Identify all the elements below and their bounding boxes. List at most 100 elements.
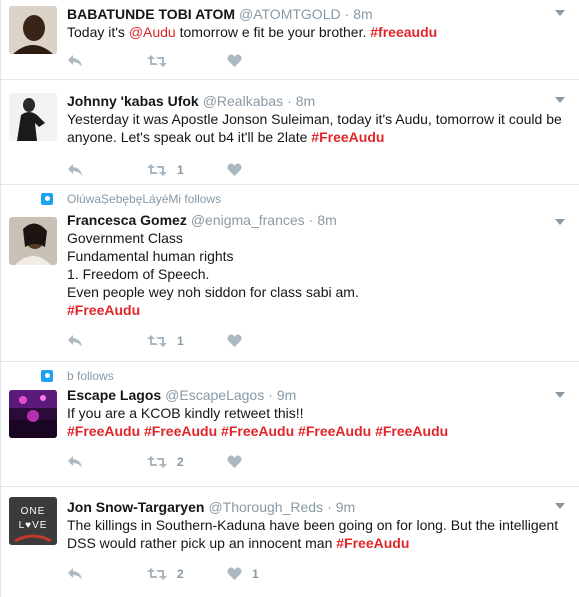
tweet-header: Johnny 'kabas Ufok @Realkabas · 8m — [67, 92, 569, 110]
social-context-text[interactable]: b follows — [67, 369, 114, 383]
heart-icon — [227, 163, 242, 176]
retweet-icon — [147, 55, 167, 67]
reply-button[interactable] — [67, 334, 147, 348]
user-handle[interactable]: @ATOMTGOLD — [239, 5, 341, 23]
reply-icon — [68, 164, 82, 176]
tweet[interactable]: b follows Escape Lagos @EscapeLagos · 9m… — [1, 362, 579, 487]
timestamp[interactable]: 8m — [317, 211, 336, 229]
avatar[interactable] — [9, 93, 57, 141]
hashtag-link[interactable]: #FreeAudu — [311, 129, 384, 145]
retweet-button[interactable]: 1 — [147, 163, 227, 177]
chevron-down-icon[interactable] — [555, 392, 565, 398]
separator: · — [327, 499, 332, 515]
tweet-text-line: Yesterday it was Apostle Jonson Suleiman… — [67, 111, 562, 127]
retweet-count: 2 — [177, 567, 184, 581]
like-button[interactable] — [227, 54, 307, 68]
reply-icon — [68, 568, 82, 580]
mention-link[interactable]: @Audu — [129, 24, 176, 40]
heart-icon — [227, 54, 242, 67]
tweet[interactable]: ONE L♥VE Jon Snow-Targaryen @Thorough_Red… — [1, 487, 579, 597]
heart-icon — [227, 334, 242, 347]
reply-button[interactable] — [67, 567, 147, 581]
retweet-button[interactable]: 1 — [147, 334, 227, 348]
timestamp[interactable]: 9m — [336, 498, 355, 516]
timestamp[interactable]: 8m — [296, 92, 315, 110]
tweet-header: Francesca Gomez @enigma_frances · 8m — [67, 211, 569, 229]
hashtag-link[interactable]: #FreeAudu — [67, 301, 565, 319]
tweet-text-line: 1. Freedom of Speech. — [67, 266, 210, 282]
retweet-count: 1 — [177, 334, 184, 348]
separator: · — [287, 93, 292, 109]
like-button[interactable] — [227, 334, 307, 348]
reply-button[interactable] — [67, 455, 147, 469]
reply-icon — [68, 335, 82, 347]
user-handle[interactable]: @enigma_frances — [191, 211, 305, 229]
tweet[interactable]: OlúwaṢebębęLáyéMi follows Francesca Gome… — [1, 185, 579, 362]
tweet-header: Jon Snow-Targaryen @Thorough_Reds · 9m — [67, 498, 569, 516]
reply-icon — [68, 456, 82, 468]
tweet-text-line: Fundamental human rights — [67, 248, 234, 264]
timestamp[interactable]: 9m — [277, 386, 296, 404]
like-button[interactable] — [227, 455, 307, 469]
avatar[interactable]: ONE L♥VE — [9, 497, 57, 545]
chevron-down-icon[interactable] — [555, 503, 565, 509]
display-name[interactable]: Francesca Gomez — [67, 211, 187, 229]
tweet-text: Yesterday it was Apostle Jonson Suleiman… — [67, 110, 569, 146]
tweet-text-line: Even people wey noh siddon for class sab… — [67, 284, 359, 300]
tweet[interactable]: BABATUNDE TOBI ATOM @ATOMTGOLD · 8m Toda… — [1, 0, 579, 80]
reply-button[interactable] — [67, 163, 147, 177]
user-handle[interactable]: @EscapeLagos — [165, 386, 264, 404]
display-name[interactable]: BABATUNDE TOBI ATOM — [67, 5, 235, 23]
user-handle[interactable]: @Realkabas — [203, 92, 283, 110]
reply-button[interactable] — [67, 54, 147, 68]
tweet[interactable]: Johnny 'kabas Ufok @Realkabas · 8m Yeste… — [1, 80, 579, 185]
avatar[interactable] — [9, 390, 57, 438]
retweet-icon — [147, 335, 167, 347]
hashtag-link[interactable]: #FreeAudu — [144, 423, 217, 439]
tweet-text-part: Today it's — [67, 24, 129, 40]
retweet-button[interactable]: 2 — [147, 455, 227, 469]
user-handle[interactable]: @Thorough_Reds — [208, 498, 323, 516]
tweet-text: The killings in Southern-Kaduna have bee… — [67, 516, 569, 552]
tweet-actions: 2 — [67, 446, 569, 478]
separator: · — [268, 387, 273, 403]
tweet-text-line: anyone. Let's speak out b4 it'll be 2lat… — [67, 129, 312, 145]
chevron-down-icon[interactable] — [555, 219, 565, 225]
tweet-text-part: tomorrow e fit be your brother. — [175, 24, 371, 40]
tweet-actions: 1 — [67, 154, 569, 186]
chevron-down-icon[interactable] — [555, 10, 565, 16]
separator: · — [308, 212, 314, 228]
retweet-button[interactable]: 2 — [147, 567, 227, 581]
retweet-button[interactable] — [147, 54, 227, 68]
timestamp[interactable]: 8m — [353, 5, 372, 23]
hashtag-link[interactable]: #FreeAudu — [375, 423, 448, 439]
avatar[interactable] — [9, 217, 57, 265]
hashtag-link[interactable]: #FreeAudu — [67, 423, 140, 439]
avatar-text: ONE — [21, 506, 46, 517]
tweet-text-line: DSS would rather pick up an innocent man — [67, 535, 337, 551]
social-context-text[interactable]: OlúwaṢebębęLáyéMi follows — [67, 192, 221, 206]
avatar[interactable] — [9, 6, 57, 54]
like-button[interactable] — [227, 163, 307, 177]
retweet-icon — [147, 456, 167, 468]
hashtag-link[interactable]: #FreeAudu — [298, 423, 371, 439]
timeline: BABATUNDE TOBI ATOM @ATOMTGOLD · 8m Toda… — [0, 0, 579, 597]
chevron-down-icon[interactable] — [555, 97, 565, 103]
tweet-actions: 2 1 — [67, 558, 569, 590]
display-name[interactable]: Escape Lagos — [67, 386, 161, 404]
heart-icon — [227, 455, 242, 468]
display-name[interactable]: Jon Snow-Targaryen — [67, 498, 204, 516]
display-name[interactable]: Johnny 'kabas Ufok — [67, 92, 199, 110]
tweet-text-line: The killings in Southern-Kaduna have bee… — [67, 517, 559, 533]
separator: · — [344, 6, 350, 22]
tweet-text: Today it's @Audu tomorrow e fit be your … — [67, 23, 569, 41]
hashtag-link[interactable]: #FreeAudu — [336, 535, 409, 551]
like-button[interactable]: 1 — [227, 567, 307, 581]
hashtag-link[interactable]: #FreeAudu — [221, 423, 294, 439]
social-context: b follows — [41, 362, 569, 384]
hashtag-link[interactable]: #freeaudu — [370, 24, 437, 40]
retweet-count: 2 — [177, 455, 184, 469]
reply-icon — [68, 55, 82, 67]
person-icon — [41, 193, 53, 205]
tweet-text: If you are a KCOB kindly retweet this!! … — [67, 404, 569, 440]
